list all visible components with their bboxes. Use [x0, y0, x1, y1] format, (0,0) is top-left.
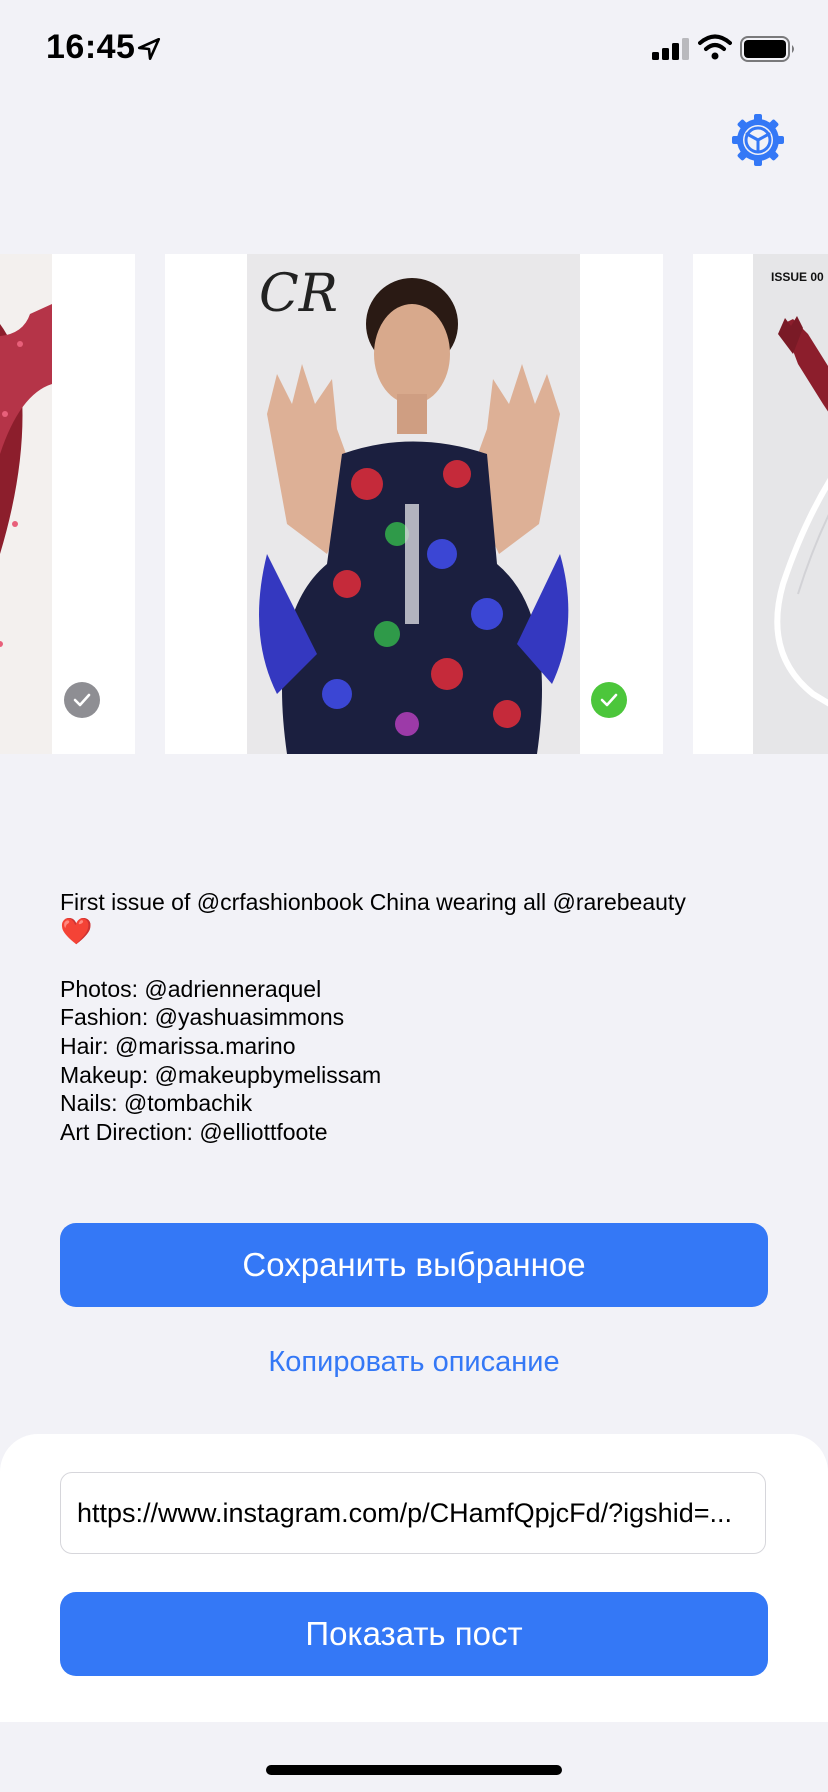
url-input[interactable]: https://www.instagram.com/p/CHamfQpjcFd/…: [60, 1472, 766, 1554]
caption-credits: Photos: @adrienneraquel Fashion: @yashua…: [60, 975, 382, 1145]
photo-center: [247, 254, 580, 754]
caption-line: First issue of @crfashionbook China wear…: [60, 889, 686, 915]
select-checkmark-center[interactable]: [591, 682, 627, 718]
show-post-button[interactable]: Показать пост: [60, 1592, 768, 1676]
status-time: 16:45: [46, 28, 136, 66]
wifi-icon: [698, 34, 732, 60]
location-arrow-icon: [137, 37, 161, 61]
copy-description-link[interactable]: Копировать описание: [60, 1346, 768, 1379]
carousel-card-right[interactable]: ISSUE 00: [693, 254, 828, 754]
heart-emoji: ❤️: [60, 915, 93, 946]
photo-carousel[interactable]: CR ISSUE 00: [0, 254, 828, 754]
select-checkmark-left[interactable]: [64, 682, 100, 718]
carousel-card-left[interactable]: [0, 254, 135, 754]
photo-left: [0, 254, 52, 754]
cover-issue-text: ISSUE 00: [771, 270, 824, 284]
gear-icon[interactable]: [730, 112, 786, 168]
save-selected-button[interactable]: Сохранить выбранное: [60, 1223, 768, 1307]
battery-icon: [740, 36, 794, 62]
photo-right: [753, 254, 828, 754]
status-bar: 16:45: [0, 0, 828, 100]
checkmark-icon: [600, 693, 618, 707]
checkmark-icon: [73, 693, 91, 707]
home-indicator[interactable]: [266, 1765, 562, 1775]
carousel-card-center[interactable]: CR: [165, 254, 663, 754]
post-caption: First issue of @crfashionbook China wear…: [60, 888, 780, 1146]
cellular-signal-icon: [652, 38, 689, 60]
photo-logo: CR: [259, 264, 338, 324]
